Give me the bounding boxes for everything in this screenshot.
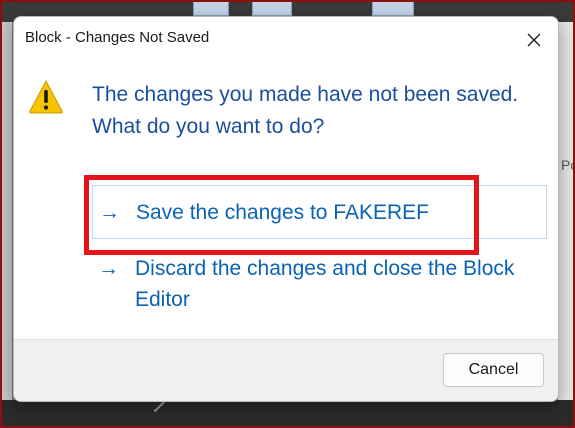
- background-right-panel: Po: [558, 22, 575, 428]
- close-button[interactable]: [512, 21, 556, 59]
- background-panel-text: Po: [561, 157, 575, 173]
- arrow-right-icon: →: [98, 257, 119, 280]
- toolbar-thumbnail: [252, 0, 292, 16]
- toolbar-thumbnail: [372, 0, 414, 16]
- cancel-button[interactable]: Cancel: [443, 353, 544, 387]
- dialog-content: The changes you made have not been saved…: [14, 61, 558, 339]
- save-changes-command-link[interactable]: → Save the changes to FAKEREF: [92, 185, 547, 239]
- command-link-label: Discard the changes and close the Block …: [135, 257, 515, 311]
- background-drawing-area: [0, 400, 575, 428]
- arrow-right-icon: →: [99, 201, 120, 224]
- command-link-label: Save the changes to FAKEREF: [136, 201, 429, 224]
- dialog-title: Block - Changes Not Saved: [25, 29, 210, 46]
- toolbar-thumbnail: [193, 0, 229, 16]
- close-icon: [527, 33, 541, 47]
- warning-icon: [29, 79, 63, 114]
- dialog-footer: Cancel: [14, 339, 558, 401]
- dialog-titlebar: Block - Changes Not Saved: [14, 17, 558, 61]
- discard-changes-command-link[interactable]: → Discard the changes and close the Bloc…: [92, 253, 547, 317]
- background-left-panel: [0, 22, 12, 428]
- changes-not-saved-dialog: Block - Changes Not Saved The changes yo…: [13, 16, 559, 402]
- main-instruction: The changes you made have not been saved…: [92, 83, 519, 138]
